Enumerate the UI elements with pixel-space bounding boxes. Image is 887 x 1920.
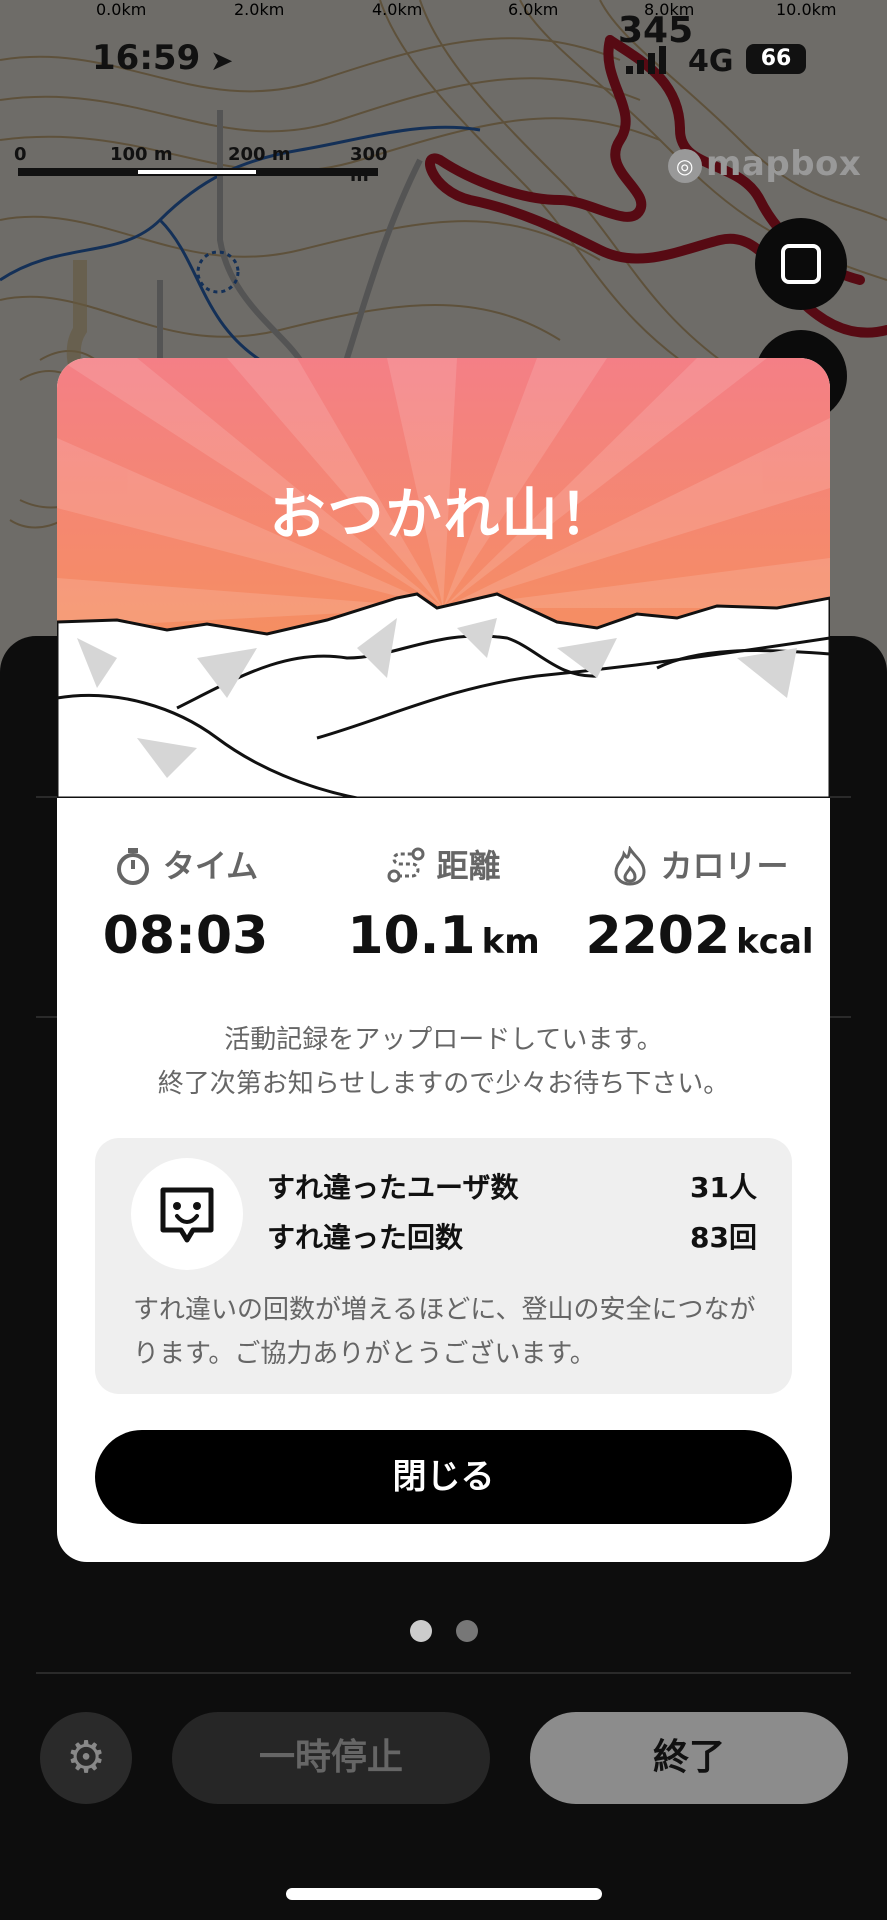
face-badge-icon: [160, 1187, 214, 1243]
stat-time-value: 08:03: [57, 906, 314, 966]
stat-distance: 距離 10.1 km: [315, 836, 572, 966]
stat-calories: カロリー 2202 kcal: [571, 836, 828, 966]
modal-title: おつかれ山！: [269, 483, 618, 548]
stat-label: タイム: [57, 836, 314, 892]
stopwatch-icon: [116, 848, 149, 885]
location-arrow-icon: ➤: [210, 44, 234, 77]
activity-stats: タイム 08:03 距離 10.1 km カロリー 2202 kcal: [57, 836, 830, 986]
scale-label-200: 200 m: [228, 144, 291, 165]
gear-icon[interactable]: ⚙: [40, 1712, 132, 1804]
hero-illustration: [57, 358, 830, 798]
mapbox-logo-text: mapbox: [706, 144, 862, 184]
stat-distance-number: 10.1: [347, 906, 476, 966]
passing-stats-card: すれ違ったユーザ数 31人 すれ違った回数 83回 すれ違いの回数が増えるほどに…: [95, 1138, 792, 1394]
sheet-divider: [36, 1672, 851, 1674]
upload-message-line1: 活動記録をアップロードしています。: [224, 1025, 663, 1055]
upload-message: 活動記録をアップロードしています。 終了次第お知らせしますので少々お待ち下さい。: [57, 1018, 830, 1106]
end-button[interactable]: 終了: [530, 1712, 848, 1804]
mapbox-logo-icon: ◎: [668, 148, 702, 183]
avatar: [131, 1158, 243, 1270]
stat-label: カロリー: [571, 836, 828, 892]
passing-note: すれ違いの回数が増えるほどに、登山の安全につながります。ご協力ありがとうございま…: [133, 1295, 756, 1369]
stat-calories-number: 2202: [585, 906, 731, 966]
map-scale: 0 100 m 200 m 300 m: [14, 144, 388, 186]
page-dot[interactable]: [409, 1620, 432, 1642]
stat-time-number: 08:03: [102, 906, 269, 966]
stat-calories-unit: kcal: [736, 922, 814, 962]
status-time: 16:59: [92, 38, 201, 78]
scale-label-100: 100 m: [110, 144, 173, 165]
bottom-action-bar: ⚙ 一時停止 終了: [0, 1712, 887, 1808]
passed-users-value: 31人: [690, 1171, 757, 1204]
stat-distance-unit: km: [481, 922, 540, 962]
stat-distance-label: 距離: [436, 847, 501, 885]
signal-icon: [626, 46, 666, 74]
passed-count-value: 83回: [690, 1221, 757, 1254]
close-button[interactable]: 閉じる: [95, 1430, 792, 1524]
passed-users-row: すれ違ったユーザ数 31人: [267, 1166, 757, 1206]
page-indicator[interactable]: [0, 1620, 887, 1646]
stat-time: タイム 08:03: [57, 836, 314, 966]
stat-calories-label: カロリー: [660, 847, 789, 885]
network-type: 4G: [688, 44, 734, 79]
page-dot[interactable]: [455, 1620, 478, 1642]
pause-button[interactable]: 一時停止: [172, 1712, 490, 1804]
scale-label-0: 0: [14, 144, 27, 165]
axis-tick: 10.0km: [776, 0, 837, 19]
axis-tick: 4.0km: [372, 0, 423, 19]
scale-bar-segment: [138, 170, 256, 174]
stat-calories-value: 2202 kcal: [571, 906, 828, 966]
completion-modal: おつかれ山！ タイム 08:03 距離 10.1 km カロリー 2202 kc…: [57, 358, 830, 1562]
axis-tick: 8.0km: [644, 0, 695, 19]
flame-icon: [614, 846, 646, 886]
stat-label: 距離: [315, 836, 572, 892]
passed-count-row: すれ違った回数 83回: [267, 1216, 757, 1256]
passed-count-label: すれ違った回数: [267, 1221, 464, 1254]
upload-message-line2: 終了次第お知らせしますので少々お待ち下さい。: [157, 1069, 730, 1099]
scale-label-300: 300 m: [350, 144, 388, 186]
stat-time-label: タイム: [162, 847, 259, 885]
battery-icon: 66: [746, 44, 806, 74]
route-icon: [387, 847, 425, 883]
stat-distance-value: 10.1 km: [315, 906, 572, 966]
axis-tick: 0.0km: [96, 0, 147, 19]
layers-button[interactable]: [755, 218, 847, 310]
axis-tick: 2.0km: [234, 0, 285, 19]
mapbox-logo: ◎ mapbox: [668, 144, 861, 184]
axis-tick: 6.0km: [508, 0, 559, 19]
home-indicator: [286, 1888, 602, 1900]
passed-users-label: すれ違ったユーザ数: [267, 1171, 519, 1204]
layers-icon: [781, 244, 821, 284]
